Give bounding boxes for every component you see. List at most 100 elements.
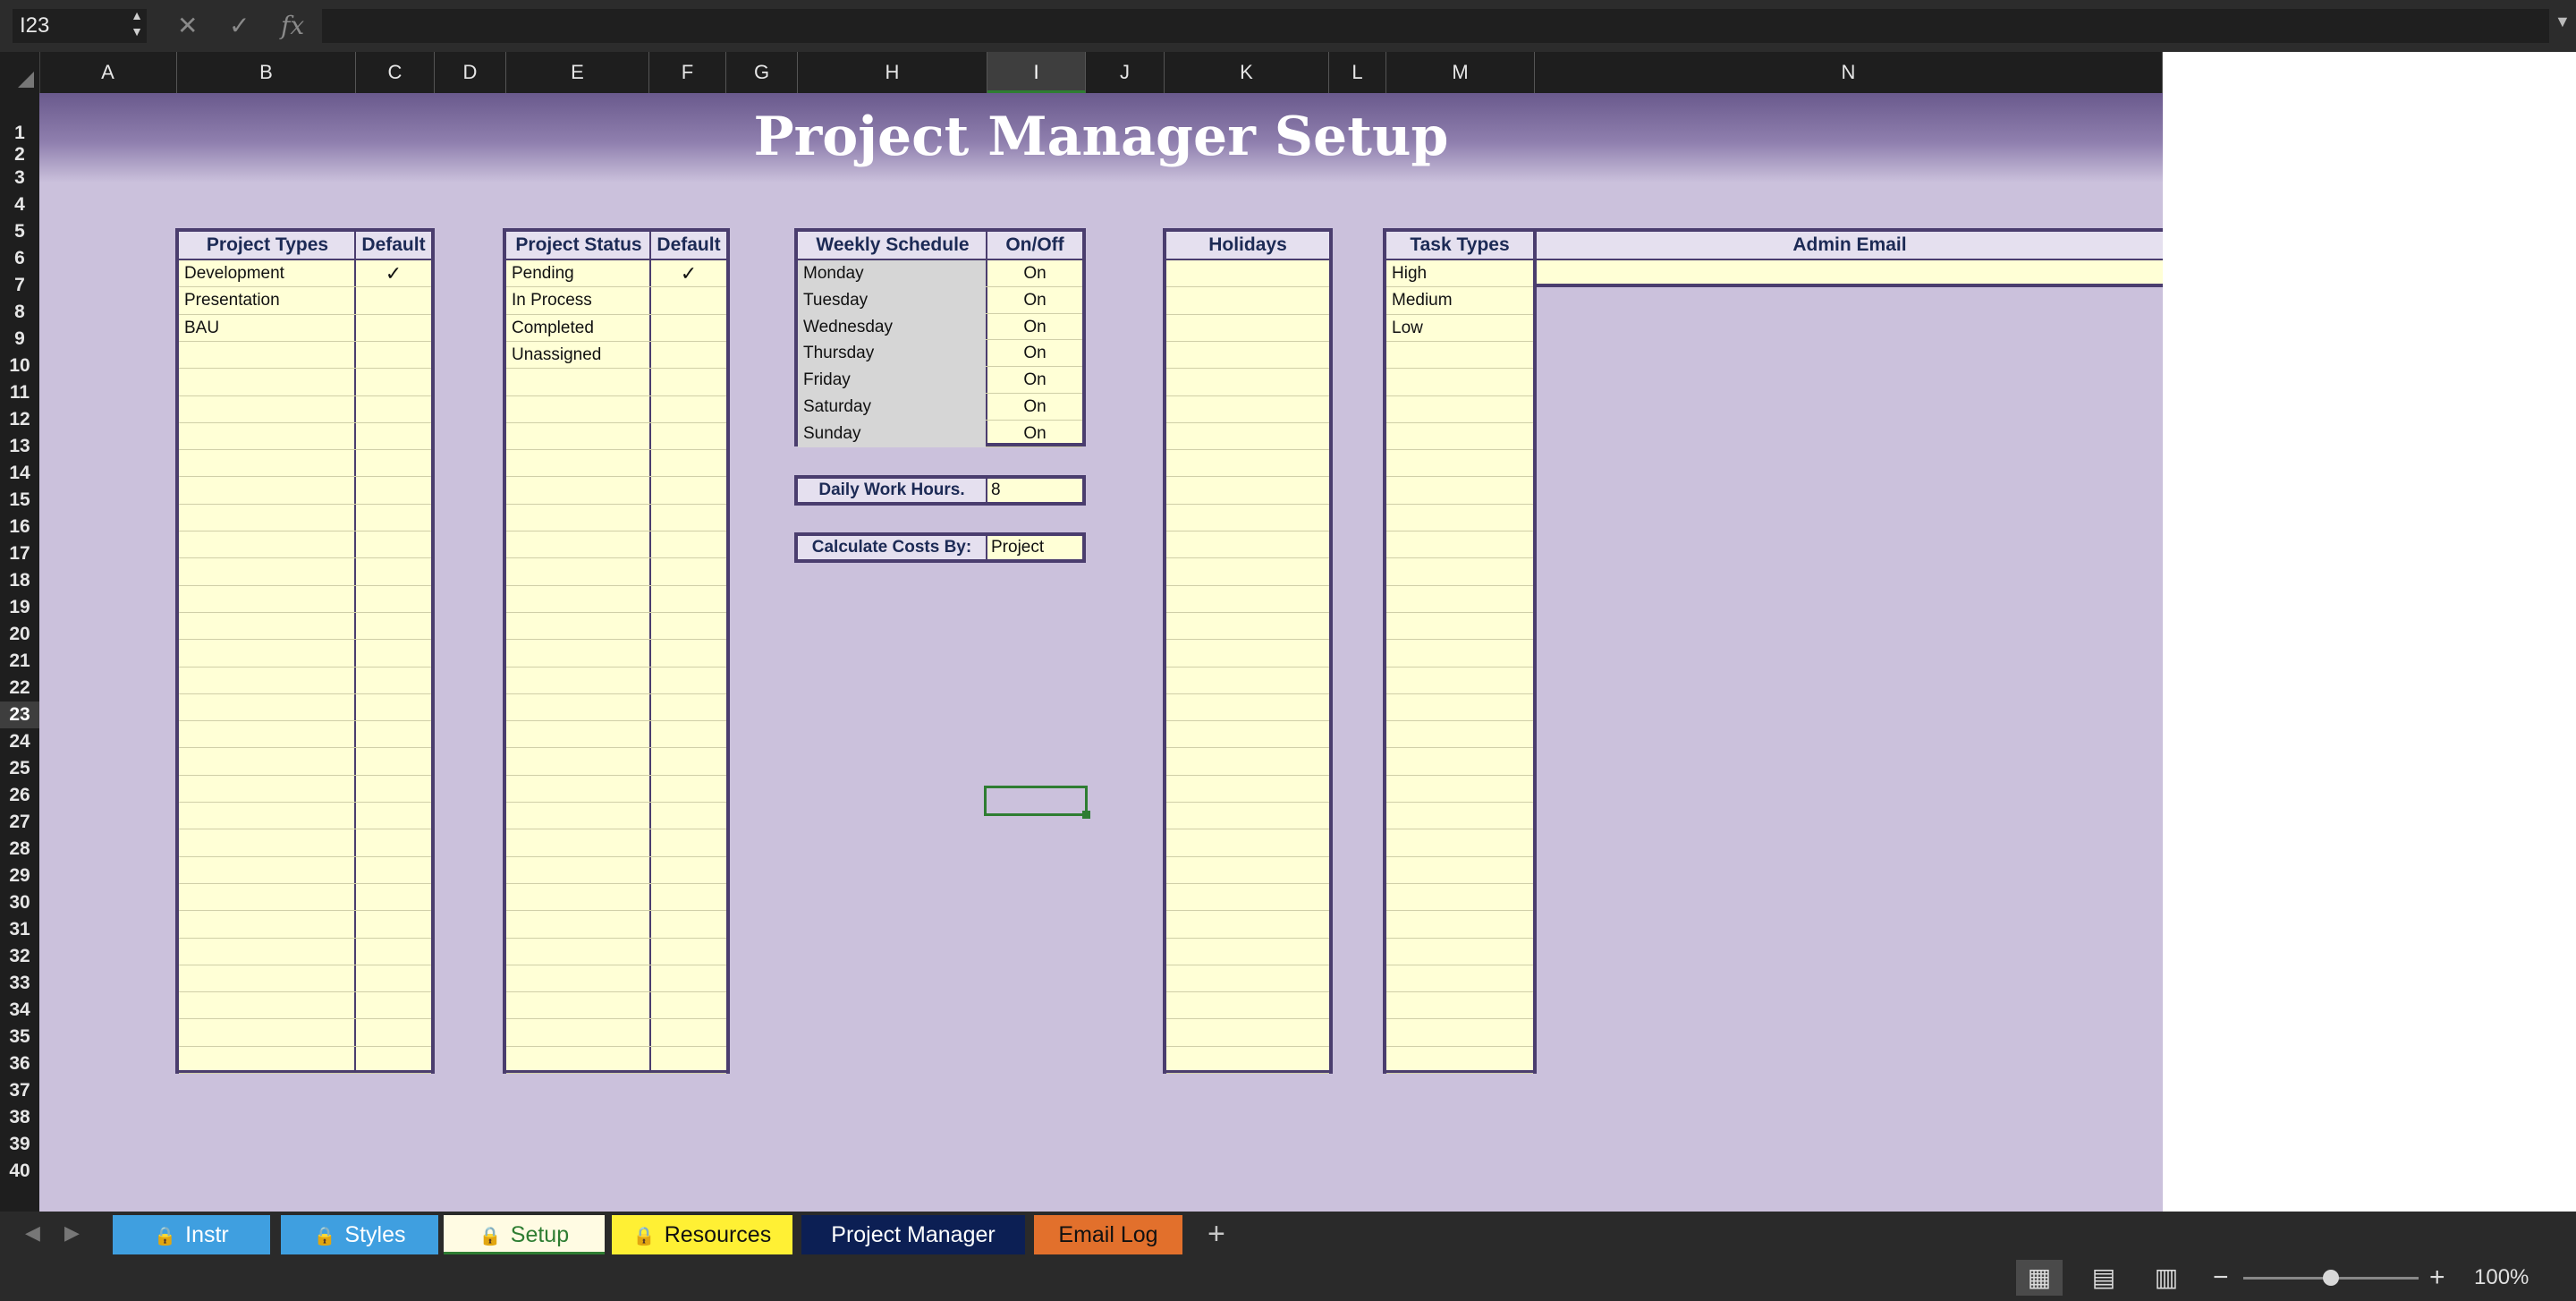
project-status-default-cell[interactable] [651,396,726,423]
holiday-cell[interactable] [1166,613,1329,640]
sheet-tab-project-manager[interactable]: Project Manager [801,1215,1025,1254]
project-status-default-cell[interactable] [651,369,726,395]
column-header-n[interactable]: N [1535,52,2163,93]
project-status-default-cell[interactable] [651,992,726,1019]
holiday-cell[interactable] [1166,694,1329,721]
project-type-cell[interactable] [179,776,354,803]
holiday-cell[interactable] [1166,776,1329,803]
task-type-cell[interactable] [1386,748,1533,775]
project-type-default-cell[interactable] [356,1019,431,1046]
project-type-default-cell[interactable] [356,369,431,395]
fill-handle[interactable] [1082,811,1090,819]
project-type-cell[interactable] [179,396,354,423]
project-status-default-cell[interactable] [651,423,726,450]
project-type-cell[interactable] [179,423,354,450]
zoom-out-button[interactable]: − [2213,1260,2229,1296]
project-type-cell[interactable] [179,558,354,585]
project-status-cell[interactable] [506,803,649,829]
zoom-slider-knob[interactable] [2323,1270,2339,1286]
project-type-default-cell[interactable] [356,477,431,504]
row-header-5[interactable]: 5 [0,218,39,245]
admin-email-value[interactable] [1537,260,2163,287]
project-status-cell[interactable] [506,911,649,938]
task-type-cell[interactable] [1386,558,1533,585]
task-type-cell[interactable] [1386,505,1533,531]
function-icon[interactable]: fx [281,11,304,41]
project-type-default-cell[interactable] [356,1047,431,1074]
select-all-corner[interactable] [0,52,40,93]
project-status-default-cell[interactable] [651,531,726,558]
project-status-cell[interactable]: In Process [506,287,649,314]
project-type-default-cell[interactable] [356,315,431,342]
project-type-cell[interactable] [179,450,354,477]
name-box[interactable]: I23 [13,9,147,43]
project-type-default-cell[interactable] [356,287,431,314]
row-header-22[interactable]: 22 [0,675,39,702]
project-type-default-cell[interactable] [356,505,431,531]
row-header-36[interactable]: 36 [0,1050,39,1077]
project-status-cell[interactable]: Completed [506,315,649,342]
enter-icon[interactable]: ✓ [229,11,250,41]
project-type-cell[interactable]: BAU [179,315,354,342]
task-type-cell[interactable] [1386,531,1533,558]
row-header-32[interactable]: 32 [0,943,39,970]
row-header-3[interactable]: 3 [0,165,39,191]
project-type-default-cell[interactable] [356,640,431,667]
zoom-in-button[interactable]: + [2429,1260,2445,1296]
project-type-cell[interactable] [179,939,354,965]
project-type-cell[interactable] [179,505,354,531]
column-header-j[interactable]: J [1086,52,1165,93]
project-status-cell[interactable] [506,450,649,477]
task-type-cell[interactable] [1386,965,1533,992]
project-status-default-cell[interactable] [651,939,726,965]
task-type-cell[interactable] [1386,829,1533,856]
project-status-default-cell[interactable] [651,911,726,938]
project-type-default-cell[interactable]: ✓ [356,260,431,287]
task-type-cell[interactable] [1386,450,1533,477]
project-type-cell[interactable] [179,884,354,911]
project-status-default-cell[interactable] [651,450,726,477]
task-type-cell[interactable] [1386,911,1533,938]
project-type-default-cell[interactable] [356,748,431,775]
project-type-default-cell[interactable] [356,613,431,640]
row-header-8[interactable]: 8 [0,299,39,326]
zoom-level[interactable]: 100% [2474,1260,2529,1296]
project-status-default-cell[interactable] [651,803,726,829]
row-header-19[interactable]: 19 [0,594,39,621]
sheet-tab-email-log[interactable]: Email Log [1034,1215,1182,1254]
project-type-cell[interactable] [179,803,354,829]
project-type-cell[interactable] [179,965,354,992]
task-type-cell[interactable] [1386,694,1533,721]
sheet-tab-setup[interactable]: 🔒 Setup [444,1215,605,1254]
row-header-26[interactable]: 26 [0,782,39,809]
holiday-cell[interactable] [1166,803,1329,829]
holiday-cell[interactable] [1166,423,1329,450]
project-status-cell[interactable] [506,884,649,911]
add-sheet-button[interactable]: + [1208,1217,1225,1251]
project-type-default-cell[interactable] [356,531,431,558]
row-header-6[interactable]: 6 [0,245,39,272]
project-status-default-cell[interactable] [651,640,726,667]
column-header-i[interactable]: I [987,52,1086,93]
row-header-33[interactable]: 33 [0,970,39,997]
weekday-onoff-cell[interactable]: On [987,260,1082,287]
cancel-icon[interactable]: ✕ [177,11,198,41]
project-type-cell[interactable] [179,857,354,884]
row-header-23[interactable]: 23 [0,702,39,728]
row-header-39[interactable]: 39 [0,1131,39,1158]
row-header-31[interactable]: 31 [0,916,39,943]
column-header-d[interactable]: D [435,52,506,93]
project-type-default-cell[interactable] [356,396,431,423]
holiday-cell[interactable] [1166,884,1329,911]
project-status-cell[interactable] [506,586,649,613]
task-type-cell[interactable] [1386,884,1533,911]
holiday-cell[interactable] [1166,396,1329,423]
weekday-onoff-cell[interactable]: On [987,287,1082,314]
column-header-l[interactable]: L [1329,52,1386,93]
project-status-default-cell[interactable] [651,558,726,585]
holiday-cell[interactable] [1166,342,1329,369]
project-type-default-cell[interactable] [356,776,431,803]
holiday-cell[interactable] [1166,477,1329,504]
project-status-cell[interactable]: Unassigned [506,342,649,369]
project-status-default-cell[interactable] [651,477,726,504]
